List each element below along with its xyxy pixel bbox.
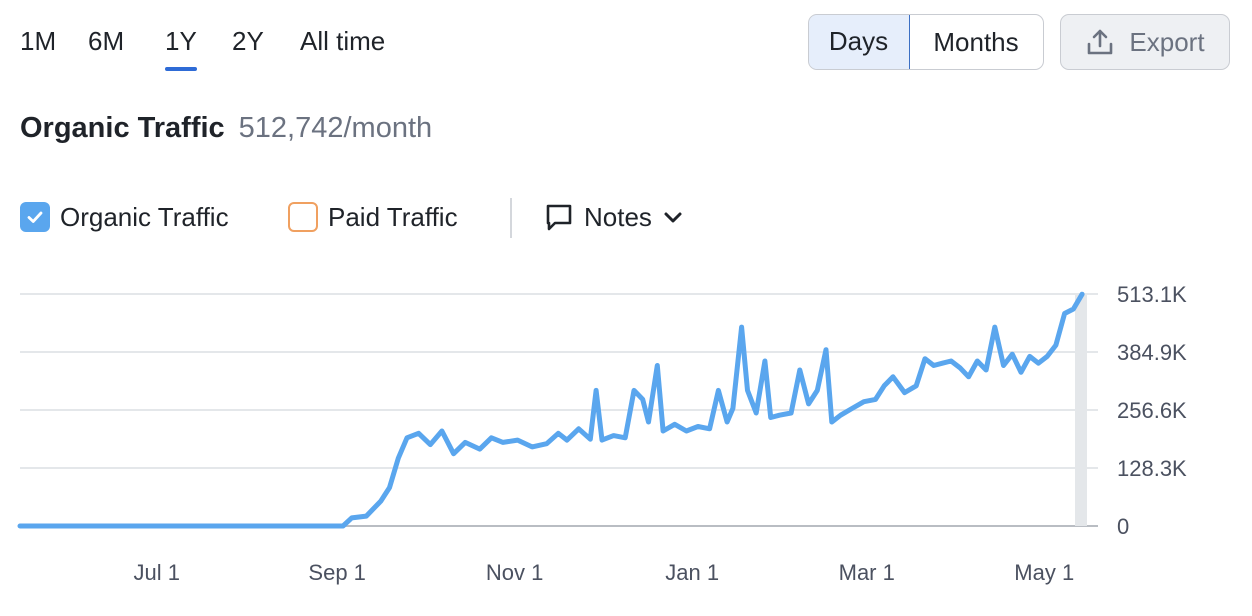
x-tick-label: May 1 xyxy=(1014,560,1074,585)
y-axis: 0 128.3K 256.6K 384.9K 513.1K xyxy=(1117,282,1187,539)
chevron-down-icon xyxy=(664,212,682,223)
comment-icon xyxy=(546,204,572,231)
x-tick-label: Mar 1 xyxy=(839,560,895,585)
x-tick-label: Jan 1 xyxy=(665,560,719,585)
organic-checkbox[interactable] xyxy=(20,202,50,232)
check-icon xyxy=(27,211,43,223)
upload-icon xyxy=(1088,29,1113,55)
y-tick-label: 384.9K xyxy=(1117,340,1187,365)
y-tick-label: 0 xyxy=(1117,514,1129,539)
tab-1m[interactable]: 1M xyxy=(20,22,56,60)
traffic-chart: 0 128.3K 256.6K 384.9K 513.1K Jul 1 Sep 1 Nov … xyxy=(17,282,1187,585)
legend-organic-traffic[interactable]: Organic Traffic xyxy=(20,196,229,238)
legend-divider xyxy=(510,198,512,238)
tab-6m[interactable]: 6M xyxy=(88,22,124,60)
x-tick-label: Jul 1 xyxy=(134,560,180,585)
x-axis: Jul 1 Sep 1 Nov 1 Jan 1 Mar 1 May 1 xyxy=(134,560,1075,585)
chart-header: Organic Traffic 512,742/month xyxy=(20,112,432,145)
months-button[interactable]: Months xyxy=(910,15,1043,69)
tab-2y[interactable]: 2Y xyxy=(232,22,264,60)
y-tick-label: 256.6K xyxy=(1117,398,1187,423)
notes-label: Notes xyxy=(584,201,652,232)
traffic-value: 512,742/month xyxy=(238,112,433,144)
tab-all-time[interactable]: All time xyxy=(300,22,385,60)
chart-grid xyxy=(20,293,1098,527)
x-tick-label: Sep 1 xyxy=(308,560,366,585)
paid-checkbox[interactable] xyxy=(288,202,318,232)
paid-label: Paid Traffic xyxy=(328,201,458,232)
x-tick-label: Nov 1 xyxy=(486,560,543,585)
y-tick-label: 513.1K xyxy=(1117,282,1187,307)
export-button[interactable]: Export xyxy=(1060,14,1230,70)
granularity-toggle: Days Months xyxy=(808,14,1044,70)
organic-label: Organic Traffic xyxy=(60,201,229,232)
notes-dropdown[interactable]: Notes xyxy=(544,196,684,238)
tab-1y[interactable]: 1Y xyxy=(165,22,197,71)
page-title: Organic Traffic xyxy=(20,112,225,144)
days-button[interactable]: Days xyxy=(809,15,910,69)
hover-cursor-band xyxy=(1075,294,1087,526)
export-label: Export xyxy=(1129,26,1205,57)
y-tick-label: 128.3K xyxy=(1117,456,1187,481)
legend-paid-traffic[interactable]: Paid Traffic xyxy=(288,196,458,238)
